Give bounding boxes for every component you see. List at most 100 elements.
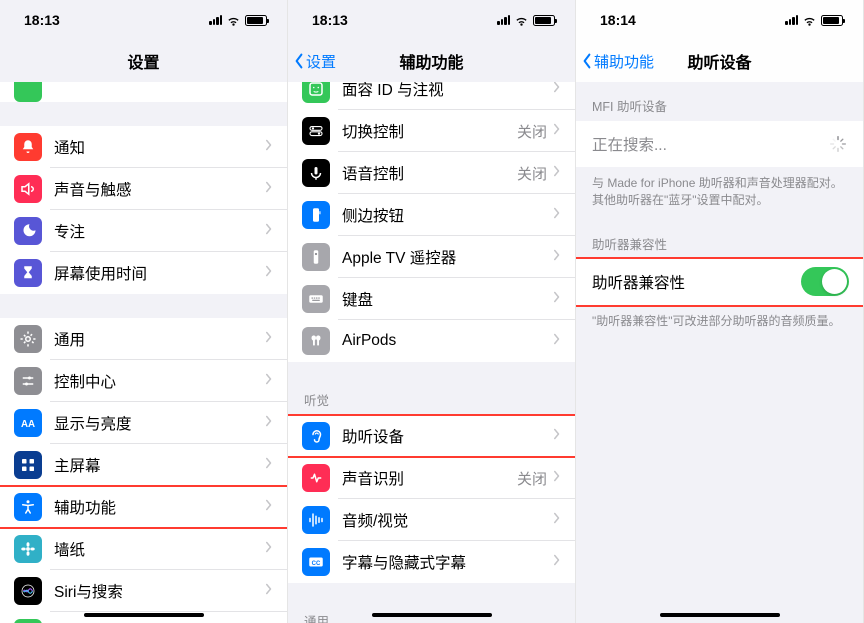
group-header-compat: 助听器兼容性: [576, 210, 863, 259]
cellular-icon: [497, 15, 510, 25]
chevron-right-icon: [265, 414, 273, 432]
list-item[interactable]: 专注: [0, 210, 287, 252]
spinner-icon: [829, 135, 847, 153]
row-label: 助听设备: [342, 425, 553, 447]
grid-icon: [14, 451, 42, 479]
chevron-right-icon: [265, 330, 273, 348]
ear-icon: [302, 422, 330, 450]
gear-icon: [14, 325, 42, 353]
list-item[interactable]: 侧边按钮: [288, 194, 575, 236]
status-icons: [497, 14, 555, 26]
row-label: 声音识别: [342, 467, 517, 489]
row-label: 控制中心: [54, 370, 265, 392]
chevron-right-icon: [553, 511, 561, 529]
page-title: 辅助功能: [399, 49, 463, 73]
chevron-right-icon: [265, 498, 273, 516]
home-indicator[interactable]: [660, 613, 780, 618]
flower-icon: [14, 535, 42, 563]
compat-note: "助听器兼容性"可改进部分助听器的音频质量。: [576, 305, 863, 330]
switches-icon: [302, 117, 330, 145]
speaker-icon: [14, 175, 42, 203]
list-item[interactable]: 墙纸: [0, 528, 287, 570]
faceid-icon: [14, 619, 42, 623]
hearing-aid-compat-toggle[interactable]: [801, 267, 849, 296]
chevron-right-icon: [553, 82, 561, 98]
row-label: 通用: [54, 328, 265, 350]
list-group: 通知声音与触感专注屏幕使用时间: [0, 126, 287, 294]
faceid-icon: [302, 82, 330, 103]
list-item[interactable]: 音频/视觉: [288, 499, 575, 541]
chevron-right-icon: [553, 122, 561, 140]
page-title: 设置: [127, 49, 159, 73]
accessibility-list[interactable]: 面容 ID 与注视切换控制关闭语音控制关闭侧边按钮 Apple TV 遥控器键盘 A…: [288, 82, 575, 623]
row-label: 侧边按钮: [342, 204, 553, 226]
list-item[interactable]: 控制中心: [0, 360, 287, 402]
wifi-icon: [802, 14, 817, 26]
battery-icon: [821, 15, 843, 26]
row-label: 专注: [54, 220, 265, 242]
row-label: 声音与触感: [54, 178, 265, 200]
chevron-right-icon: [553, 427, 561, 445]
row-value: 关闭: [517, 121, 547, 142]
moon-icon: [14, 217, 42, 245]
hearing-content[interactable]: MFI 助听设备 正在搜索... 与 Made for iPhone 助听器和声…: [576, 82, 863, 623]
chevron-right-icon: [553, 332, 561, 350]
battery-icon: [245, 15, 267, 26]
row-label: 面容 ID 与注视: [342, 82, 553, 100]
list-item[interactable]: Siri与搜索: [0, 570, 287, 612]
list-item[interactable]: 辅助功能: [0, 486, 287, 528]
chevron-right-icon: [265, 456, 273, 474]
row-label: 屏幕使用时间: [54, 262, 265, 284]
chevron-right-icon: [265, 264, 273, 282]
list-item[interactable]: 主屏幕: [0, 444, 287, 486]
back-button[interactable]: 辅助功能: [582, 51, 654, 72]
soundrec-icon: [302, 464, 330, 492]
chevron-right-icon: [553, 248, 561, 266]
list-item-partial[interactable]: [0, 82, 287, 102]
row-label: Siri与搜索: [54, 580, 265, 602]
nav-bar: 设置: [0, 40, 287, 82]
row-label: 主屏幕: [54, 454, 265, 476]
svg-text:CC: CC: [312, 561, 321, 567]
list-item[interactable]: AirPods: [288, 320, 575, 362]
list-item[interactable]: 声音识别关闭: [288, 457, 575, 499]
hearing-aid-compat-row[interactable]: 助听器兼容性: [576, 259, 863, 305]
battery-icon: [533, 15, 555, 26]
list-item[interactable]: 屏幕使用时间: [0, 252, 287, 294]
searching-row: 正在搜索...: [576, 121, 863, 167]
chevron-right-icon: [265, 540, 273, 558]
list-item[interactable]: 助听设备: [288, 415, 575, 457]
home-indicator[interactable]: [84, 613, 204, 618]
chevron-right-icon: [265, 582, 273, 600]
row-label: 通知: [54, 136, 265, 158]
airpods-icon: [302, 327, 330, 355]
list-item[interactable]: CC字幕与隐藏式字幕: [288, 541, 575, 583]
list-item[interactable]: 语音控制关闭: [288, 152, 575, 194]
row-label: 键盘: [342, 288, 553, 310]
list-item[interactable]: AA显示与亮度: [0, 402, 287, 444]
list-item[interactable]: Apple TV 遥控器: [288, 236, 575, 278]
list-item[interactable]: 声音与触感: [0, 168, 287, 210]
chevron-right-icon: [265, 138, 273, 156]
cellular-icon: [785, 15, 798, 25]
list-item[interactable]: 通用: [0, 318, 287, 360]
row-label: AirPods: [342, 332, 553, 350]
settings-list[interactable]: 通知声音与触感专注屏幕使用时间通用控制中心 AA显示与亮度主屏幕辅助功能墙纸 Sir…: [0, 82, 287, 623]
list-item[interactable]: 通知: [0, 126, 287, 168]
searching-label: 正在搜索...: [592, 133, 667, 155]
back-button[interactable]: 设置: [294, 51, 336, 72]
hearing-aid-compat-label: 助听器兼容性: [592, 271, 685, 293]
chevron-right-icon: [265, 180, 273, 198]
group-header-mfi: MFI 助听设备: [576, 82, 863, 121]
list-item[interactable]: 面容 ID 与注视: [288, 82, 575, 110]
list-item[interactable]: 键盘: [288, 278, 575, 320]
mfi-note: 与 Made for iPhone 助听器和声音处理器配对。其他助听器在"蓝牙"…: [576, 167, 863, 210]
back-label: 辅助功能: [594, 51, 654, 72]
home-indicator[interactable]: [372, 613, 492, 618]
siri-icon: [14, 577, 42, 605]
status-icons: [209, 14, 267, 26]
voice-icon: [302, 159, 330, 187]
side-icon: [302, 201, 330, 229]
list-item[interactable]: 切换控制关闭: [288, 110, 575, 152]
cellular-icon: [209, 15, 222, 25]
